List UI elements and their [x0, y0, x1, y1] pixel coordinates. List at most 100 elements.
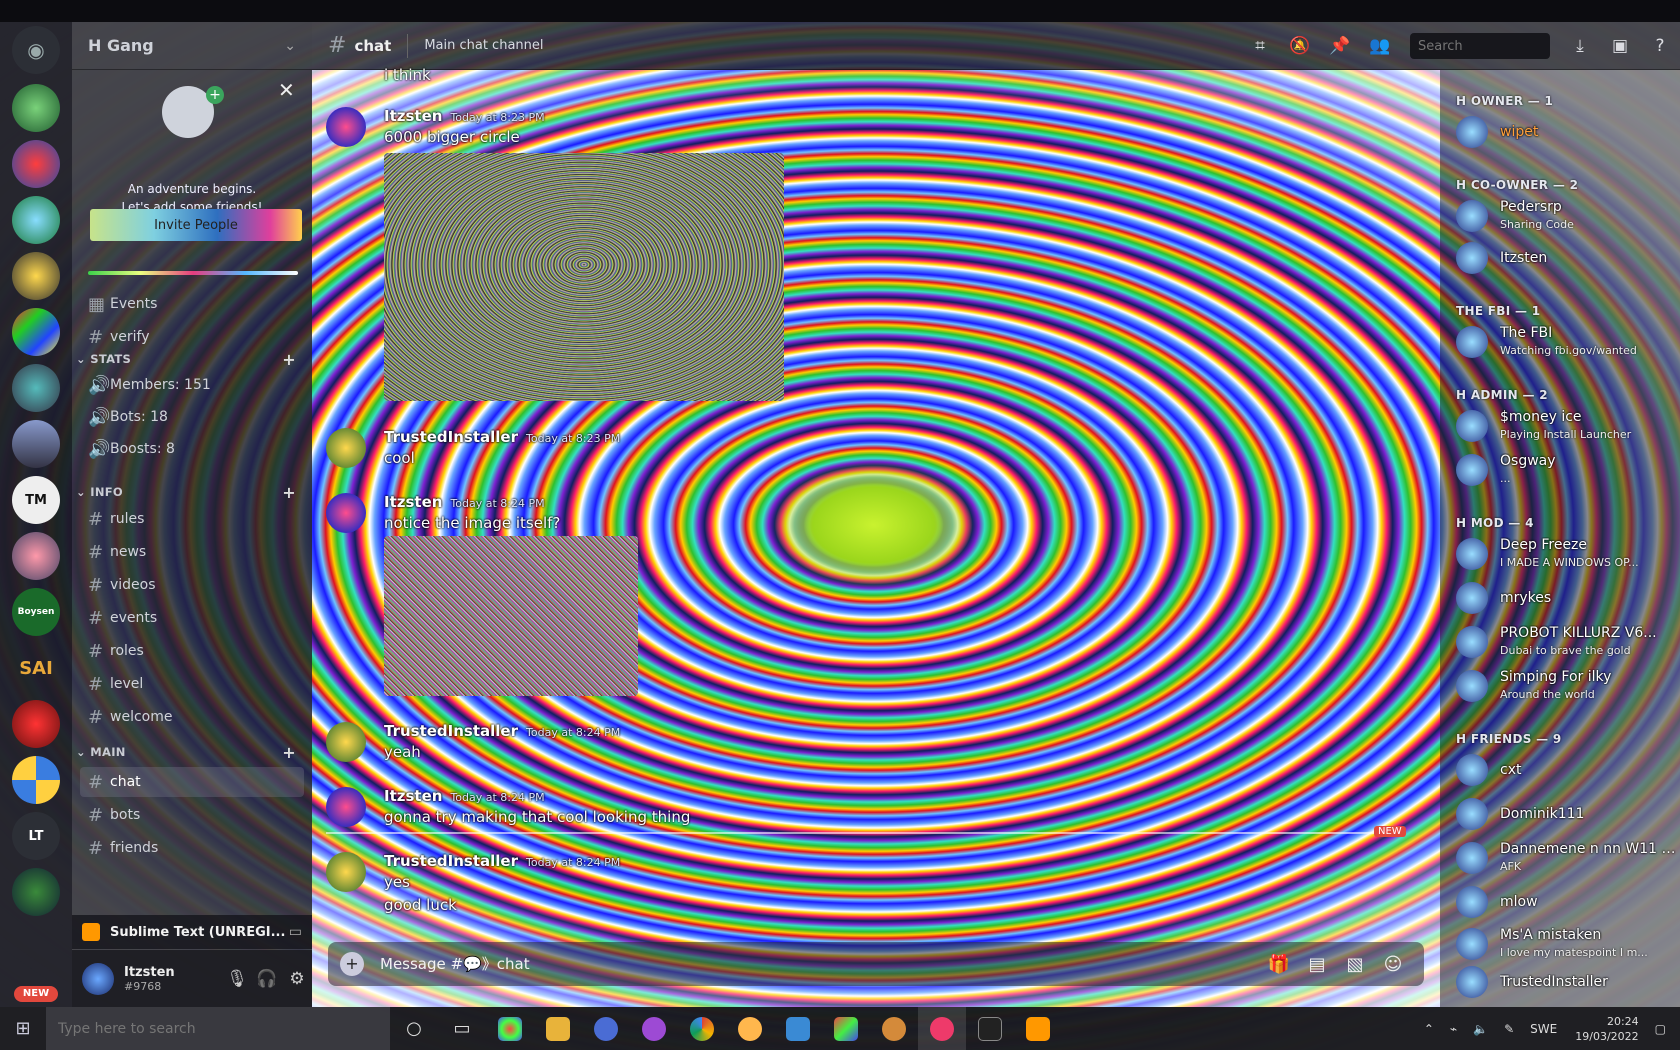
message-author[interactable]: TrustedInstaller Today at 8:24 PM — [384, 722, 620, 740]
avatar[interactable] — [326, 493, 366, 533]
server-icon[interactable] — [12, 140, 60, 188]
author-name[interactable]: TrustedInstaller — [384, 852, 518, 870]
channel-friends[interactable]: # friends — [80, 833, 304, 863]
sublime-text-icon[interactable] — [1014, 1007, 1062, 1050]
clock[interactable]: 20:24 19/03/2022 — [1575, 1014, 1638, 1044]
member-item[interactable]: Pedersrp Sharing Code — [1456, 196, 1676, 238]
server-icon[interactable] — [12, 364, 60, 412]
browser-icon[interactable] — [678, 1007, 726, 1050]
member-item[interactable]: Simping For ilky Around the world — [1456, 666, 1676, 708]
channel-roles[interactable]: # roles — [80, 636, 304, 666]
server-icon[interactable] — [12, 868, 60, 916]
notifications-icon[interactable]: ▢ — [1655, 1022, 1666, 1036]
member-item[interactable]: TrustedInstaller — [1456, 962, 1676, 1004]
member-item[interactable]: Osgway ... — [1456, 450, 1676, 492]
server-icon-lt[interactable]: LT — [12, 812, 60, 860]
category-stats[interactable]: ⌄ STATS + — [76, 349, 296, 369]
channel-bots-main[interactable]: # bots — [80, 800, 304, 830]
member-item[interactable]: The FBI Watching fbi.gov/wanted — [1456, 322, 1676, 364]
server-icon[interactable] — [12, 196, 60, 244]
member-item[interactable]: Deep Freeze I MADE A WINDOWS OP... — [1456, 534, 1676, 576]
close-icon[interactable]: ✕ — [278, 78, 295, 102]
category-info[interactable]: ⌄ INFO + — [76, 482, 296, 502]
sticker-icon[interactable]: ▧ — [1336, 954, 1374, 975]
taskbar-search-input[interactable] — [46, 1007, 390, 1050]
server-icon[interactable] — [12, 532, 60, 580]
microphone-muted-icon[interactable]: 🎙 — [222, 969, 252, 989]
channel-level[interactable]: # level — [80, 669, 304, 699]
message-author[interactable]: Itzsten Today at 8:24 PM — [384, 787, 545, 805]
server-icon[interactable]: TM — [12, 476, 60, 524]
channel-rules[interactable]: # rules — [80, 504, 304, 534]
network-icon[interactable]: ⌁ — [1450, 1022, 1457, 1036]
avatar[interactable] — [326, 722, 366, 762]
invite-people-button[interactable]: Invite People — [90, 209, 302, 241]
help-icon[interactable]: ? — [1640, 36, 1680, 56]
member-item[interactable]: PROBOT KILLURZ V6... Dubai to brave the … — [1456, 622, 1676, 664]
server-icon[interactable] — [12, 308, 60, 356]
activity-status[interactable]: Sublime Text (UNREGI... ▭ — [72, 915, 312, 949]
avatar[interactable] — [326, 852, 366, 892]
app-icon[interactable] — [486, 1007, 534, 1050]
image-attachment[interactable] — [384, 153, 784, 401]
member-list-icon[interactable]: 👥 — [1360, 36, 1400, 56]
member-item[interactable]: wipet — [1456, 112, 1676, 154]
server-icon[interactable] — [12, 84, 60, 132]
avatar[interactable] — [326, 107, 366, 147]
channel-chat[interactable]: # chat — [80, 767, 304, 797]
message-author[interactable]: TrustedInstaller Today at 8:23 PM — [384, 428, 620, 446]
add-attachment-icon[interactable]: + — [340, 952, 364, 976]
author-name[interactable]: Itzsten — [384, 787, 442, 805]
channel-news[interactable]: # news — [80, 537, 304, 567]
gift-icon[interactable]: 🎁 — [1260, 954, 1298, 975]
app-icon[interactable] — [630, 1007, 678, 1050]
member-item[interactable]: Itzsten — [1456, 238, 1676, 280]
channel-topic[interactable]: Main chat channel — [424, 38, 543, 53]
threads-icon[interactable]: ⌗ — [1240, 36, 1280, 56]
server-icon[interactable] — [12, 420, 60, 468]
avatar[interactable] — [326, 787, 366, 827]
task-view-icon[interactable]: ▭ — [438, 1007, 486, 1050]
member-item[interactable]: mlow — [1456, 882, 1676, 924]
image-attachment[interactable] — [384, 536, 638, 696]
guild-header[interactable]: H Gang ⌄ — [72, 22, 312, 70]
gif-icon[interactable]: ▤ — [1298, 954, 1336, 975]
author-name[interactable]: Itzsten — [384, 107, 442, 125]
message-input[interactable] — [380, 955, 1260, 973]
channel-welcome[interactable]: # welcome — [80, 702, 304, 732]
avatar[interactable] — [326, 428, 366, 468]
inbox-icon[interactable]: ▣ — [1600, 36, 1640, 56]
discord-taskbar-icon[interactable] — [918, 1007, 966, 1050]
add-channel-icon[interactable]: + — [282, 350, 296, 369]
channel-members[interactable]: 🔊 Members: 151 — [80, 370, 304, 400]
pin-icon[interactable]: 📌 — [1320, 36, 1360, 56]
author-name[interactable]: TrustedInstaller — [384, 428, 518, 446]
server-icon[interactable] — [12, 252, 60, 300]
pen-icon[interactable]: ✎ — [1504, 1022, 1514, 1036]
download-icon[interactable]: ⤓ — [1560, 36, 1600, 56]
chevron-up-icon[interactable]: ⌃ — [1424, 1022, 1434, 1036]
screen-share-icon[interactable]: ▭ — [289, 924, 302, 940]
cortana-icon[interactable]: ○ — [390, 1007, 438, 1050]
search-input[interactable] — [1410, 33, 1550, 59]
member-item[interactable]: $money ice Playing Install Launcher — [1456, 406, 1676, 448]
message-author[interactable]: Itzsten Today at 8:24 PM — [384, 493, 545, 511]
discord-home-icon[interactable]: ◉ — [12, 26, 60, 74]
add-channel-icon[interactable]: + — [282, 743, 296, 762]
avatar[interactable] — [82, 962, 114, 995]
channel-events[interactable]: ▦ Events — [80, 289, 304, 319]
volume-icon[interactable]: 🔈 — [1473, 1022, 1488, 1036]
emoji-icon[interactable]: ☺ — [1374, 954, 1412, 975]
member-item[interactable]: mrykes — [1456, 578, 1676, 620]
server-icon[interactable] — [12, 700, 60, 748]
channel-boosts[interactable]: 🔊 Boosts: 8 — [80, 434, 304, 464]
terminal-icon[interactable] — [966, 1007, 1014, 1050]
channel-bots[interactable]: 🔊 Bots: 18 — [80, 402, 304, 432]
message-author[interactable]: Itzsten Today at 8:23 PM — [384, 107, 545, 125]
file-explorer-icon[interactable] — [534, 1007, 582, 1050]
author-name[interactable]: TrustedInstaller — [384, 722, 518, 740]
app-icon[interactable] — [822, 1007, 870, 1050]
app-icon[interactable] — [582, 1007, 630, 1050]
app-icon[interactable] — [870, 1007, 918, 1050]
language-indicator[interactable]: SWE — [1530, 1022, 1557, 1036]
